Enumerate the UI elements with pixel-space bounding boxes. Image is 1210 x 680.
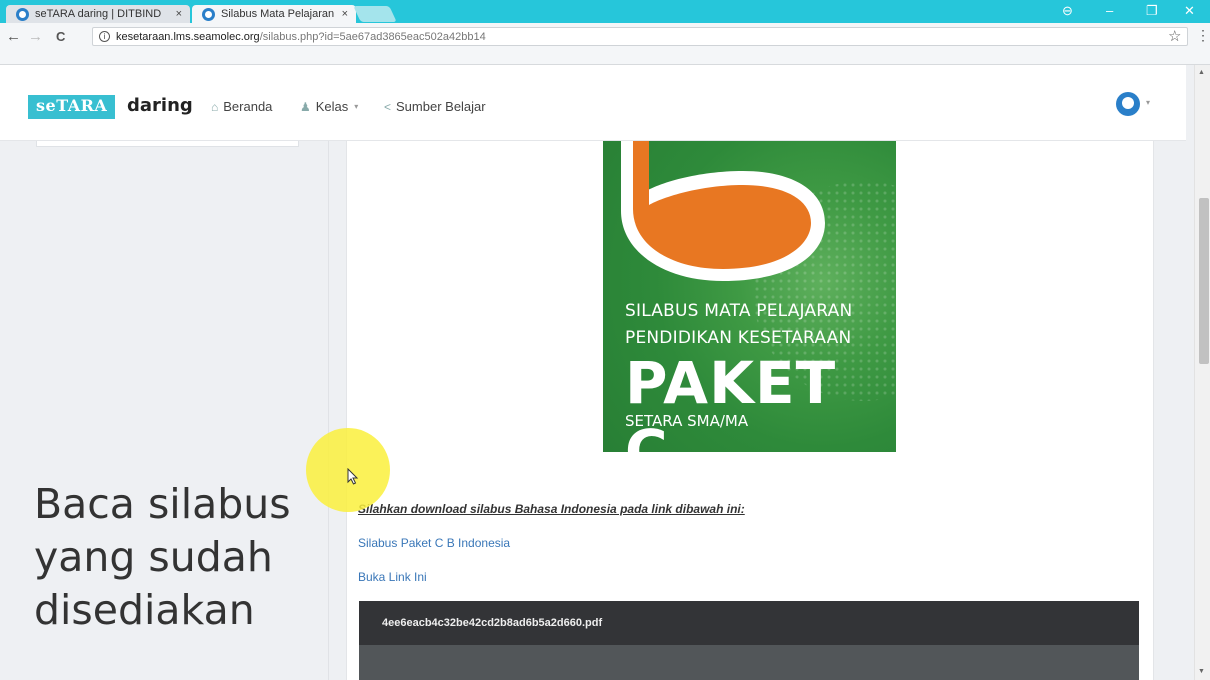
address-bar[interactable]: i kesetaraan.lms.seamolec.org /silabus.p… (92, 27, 1188, 46)
scroll-down-icon[interactable]: ▼ (1198, 668, 1205, 675)
home-icon: ⌂ (211, 99, 219, 114)
chevron-down-icon: ▾ (354, 102, 359, 111)
restore-icon[interactable]: ❐ (1146, 3, 1158, 19)
site-info-icon[interactable]: i (99, 31, 110, 42)
new-tab-button[interactable] (353, 6, 397, 22)
tab-silabus[interactable]: Silabus Mata Pelajaran B × (192, 5, 356, 23)
site-navbar: seTARA daring ⌂ Beranda ♟ Kelas ▾ < Sumb… (0, 65, 1186, 141)
cover-number-six-graphic (621, 141, 825, 281)
overlay-line1: Baca silabus (34, 480, 291, 528)
download-instruction: Silahkan download silabus Bahasa Indones… (358, 502, 745, 516)
nav-beranda[interactable]: ⌂ Beranda (211, 99, 272, 114)
nav-kelas-label: Kelas (315, 99, 349, 114)
overlay-line2: yang sudah (34, 533, 273, 581)
pdf-filename: 4ee6eacb4c32be42cd2b8ad6b5a2d660.pdf (382, 617, 603, 629)
tab-title: seTARA daring | DITBIND (35, 8, 162, 20)
logo-setara[interactable]: seTARA (28, 95, 116, 119)
open-link[interactable]: Buka Link Ini (358, 570, 427, 584)
nav-sumber-belajar-label: Sumber Belajar (396, 99, 486, 114)
tab-close-icon[interactable]: × (176, 8, 182, 20)
minimize-icon[interactable]: – (1106, 3, 1113, 18)
overlay-line3: disediakan (34, 586, 255, 634)
pdf-viewer-body[interactable] (359, 645, 1139, 680)
reload-icon[interactable]: C (56, 29, 65, 44)
share-icon: < (384, 99, 392, 114)
syllabus-cover-image: SILABUS MATA PELAJARAN PENDIDIKAN KESETA… (603, 141, 896, 452)
user-avatar[interactable] (1116, 92, 1140, 116)
mouse-cursor-icon (347, 468, 359, 485)
left-sidebar-card (36, 141, 299, 147)
forward-icon[interactable]: → (28, 28, 43, 45)
chevron-down-icon[interactable]: ▾ (1146, 98, 1150, 107)
url-path: /silabus.php?id=5ae67ad3865eac502a42bb14 (259, 30, 486, 43)
nav-beranda-label: Beranda (223, 99, 273, 114)
page-scrollbar[interactable] (1194, 65, 1210, 680)
back-icon[interactable]: ← (6, 28, 21, 45)
tab-close-icon[interactable]: × (342, 8, 348, 20)
cover-subtitle: SETARA SMA/MA (625, 412, 749, 430)
nav-kelas[interactable]: ♟ Kelas ▾ (300, 99, 358, 114)
tab-title: Silabus Mata Pelajaran B (221, 8, 336, 20)
cover-title-paket: PAKET C (625, 349, 837, 452)
nav-sumber-belajar[interactable]: < Sumber Belajar (384, 99, 486, 114)
site-favicon-icon (202, 7, 215, 21)
bookmark-star-icon[interactable]: ☆ (1168, 27, 1181, 45)
scrollbar-thumb[interactable] (1199, 198, 1209, 364)
tab-setara-daring[interactable]: seTARA daring | DITBIND × (6, 5, 190, 23)
users-icon: ♟ (300, 99, 311, 114)
url-host: kesetaraan.lms.seamolec.org (116, 30, 260, 43)
syllabus-link[interactable]: Silabus Paket C B Indonesia (358, 536, 510, 550)
scroll-up-icon[interactable]: ▲ (1198, 69, 1205, 76)
overlay-caption: Baca silabus yang sudah disediakan (34, 478, 334, 637)
browser-tab-strip: seTARA daring | DITBIND × Silabus Mata P… (0, 0, 1210, 23)
profile-icon[interactable]: ⊖ (1062, 3, 1073, 19)
cover-title-line2: PENDIDIKAN KESETARAAN (625, 328, 852, 348)
close-window-icon[interactable]: ✕ (1184, 3, 1195, 19)
browser-menu-icon[interactable]: ⋮ (1196, 27, 1210, 44)
cover-title-line1: SILABUS MATA PELAJARAN (625, 301, 853, 321)
browser-toolbar: ← → C i kesetaraan.lms.seamolec.org /sil… (0, 23, 1210, 65)
site-favicon-icon (16, 7, 29, 21)
logo-daring[interactable]: daring (127, 95, 193, 116)
